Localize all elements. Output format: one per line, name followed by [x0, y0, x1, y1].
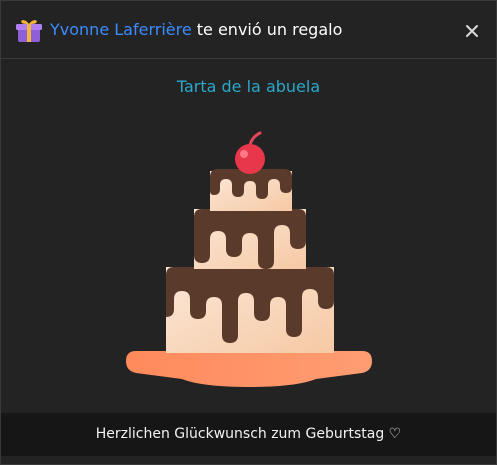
- sender-name[interactable]: Yvonne Laferrière: [50, 20, 192, 39]
- gift-name: Tarta de la abuela: [176, 77, 321, 96]
- dialog-title: Yvonne Laferrière te envió un regalo: [50, 20, 342, 40]
- gift-dialog: Yvonne Laferrière te envió un regalo Tar…: [0, 0, 497, 465]
- title-suffix: te envió un regalo: [191, 20, 343, 39]
- close-icon[interactable]: [464, 23, 480, 39]
- birthday-cake-illustration: [126, 131, 372, 387]
- gift-message: Herzlichen Glückwunsch zum Geburtstag ♡: [1, 413, 496, 456]
- dialog-header: Yvonne Laferrière te envió un regalo: [1, 1, 496, 59]
- gift-icon: [16, 20, 42, 42]
